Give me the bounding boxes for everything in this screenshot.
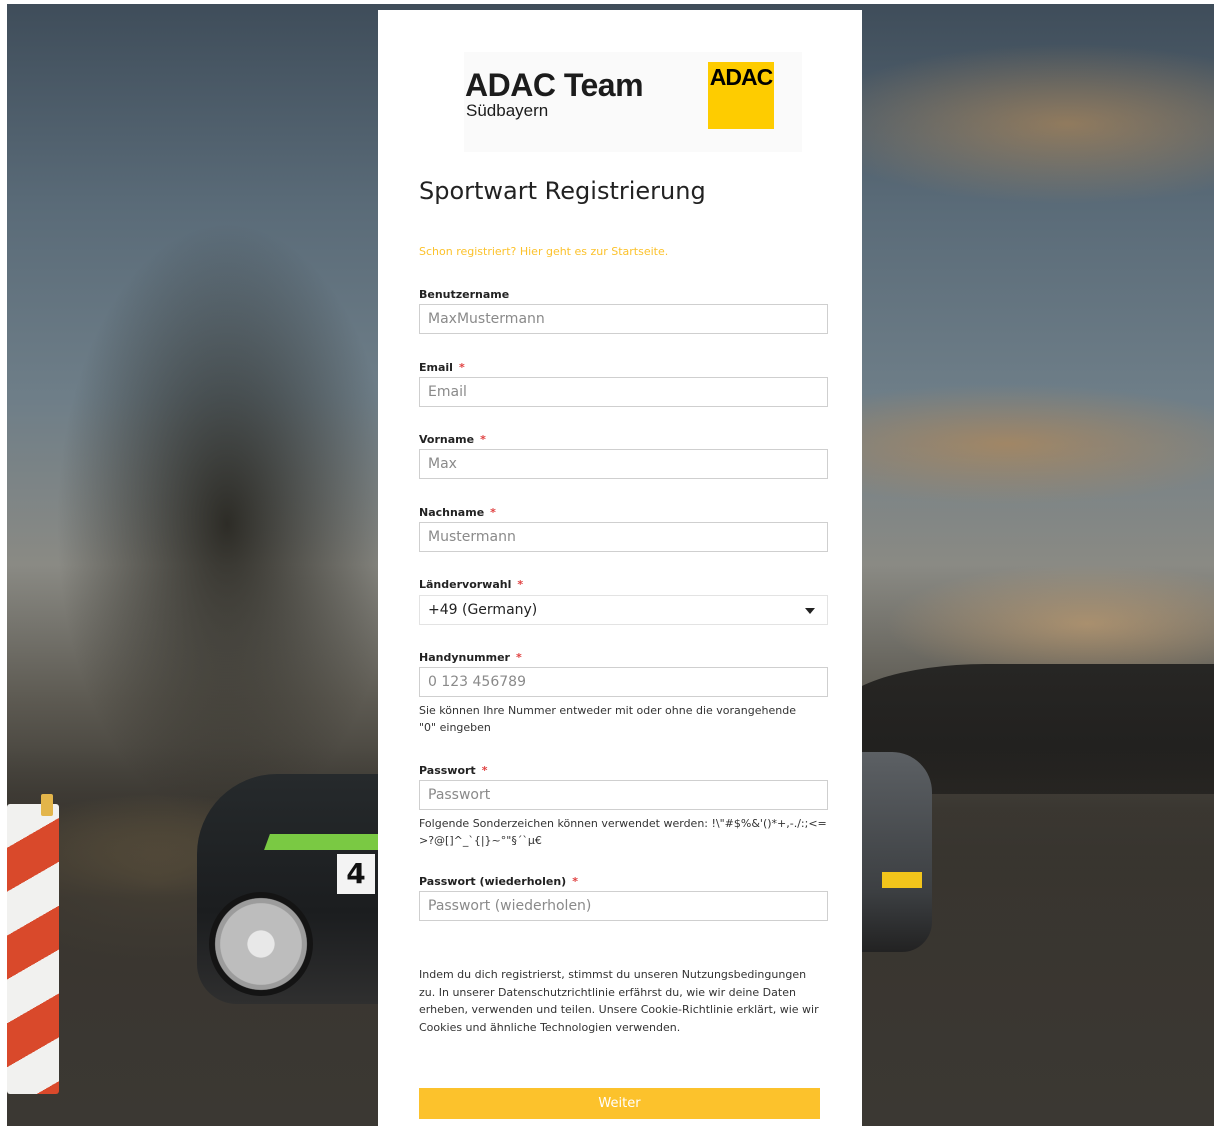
country-code-label: Ländervorwahl * xyxy=(419,578,523,591)
phone-hint: Sie können Ihre Nummer entweder mit oder… xyxy=(419,704,796,734)
country-code-label-text: Ländervorwahl xyxy=(419,578,512,591)
page-title: Sportwart Registrierung xyxy=(419,177,706,205)
required-marker: * xyxy=(481,764,488,777)
password-label-text: Passwort xyxy=(419,764,476,777)
login-link[interactable]: Schon registriert? Hier geht es zur Star… xyxy=(419,245,668,258)
background-car-stripe xyxy=(264,834,390,850)
password-hint: Folgende Sonderzeichen können verwendet … xyxy=(419,817,827,847)
required-marker: * xyxy=(572,875,578,888)
email-input[interactable] xyxy=(419,377,828,407)
country-code-selected: +49 (Germany) xyxy=(428,602,538,618)
required-marker: * xyxy=(458,361,465,374)
background-rally-car: 4 xyxy=(197,774,397,1004)
submit-button[interactable]: Weiter xyxy=(419,1088,820,1119)
background-car-number: 4 xyxy=(337,854,375,894)
brand-subtitle: Südbayern xyxy=(466,101,549,120)
chevron-down-icon xyxy=(805,608,815,614)
password-repeat-label: Passwort (wiederholen) * xyxy=(419,875,578,888)
phone-label-text: Handynummer xyxy=(419,651,510,664)
password-repeat-label-text: Passwort (wiederholen) xyxy=(419,875,567,888)
username-input[interactable] xyxy=(419,304,828,334)
password-label: Passwort * xyxy=(419,764,487,777)
lastname-label-text: Nachname xyxy=(419,506,485,519)
email-label: Email * xyxy=(419,361,465,374)
username-label: Benutzername xyxy=(419,288,509,301)
phone-label: Handynummer * xyxy=(419,651,522,664)
required-marker: * xyxy=(517,578,524,591)
required-marker: * xyxy=(490,506,496,519)
lastname-label: Nachname * xyxy=(419,506,496,519)
password-input[interactable] xyxy=(419,780,828,810)
background-car-sticker xyxy=(882,872,922,888)
adac-logo-badge: ADAC xyxy=(708,62,774,129)
adac-logo-text: ADAC xyxy=(709,64,773,90)
lastname-input[interactable] xyxy=(419,522,828,552)
country-code-select[interactable]: +49 (Germany) xyxy=(419,595,828,625)
firstname-label-text: Vorname xyxy=(419,433,475,446)
password-repeat-input[interactable] xyxy=(419,891,828,921)
required-marker: * xyxy=(480,433,486,446)
background-barrier xyxy=(7,804,59,1094)
background-car-wheel xyxy=(209,892,313,996)
email-label-text: Email xyxy=(419,361,453,374)
phone-input[interactable] xyxy=(419,667,828,697)
brand-title: ADAC Team xyxy=(465,67,644,103)
username-label-text: Benutzername xyxy=(419,288,510,301)
firstname-input[interactable] xyxy=(419,449,828,479)
background-rally-car-right xyxy=(862,752,932,952)
firstname-label: Vorname * xyxy=(419,433,486,446)
background-barrier-lamp xyxy=(41,794,53,816)
required-marker: * xyxy=(515,651,522,664)
terms-text: Indem du dich registrierst, stimmst du u… xyxy=(419,968,819,1034)
